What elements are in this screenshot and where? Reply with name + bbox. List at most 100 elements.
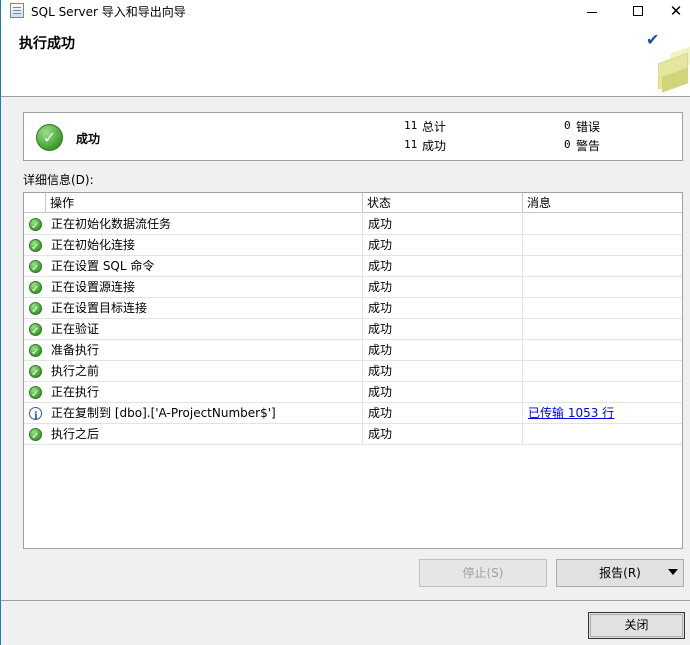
row-icon-cell [24,235,46,256]
close-button[interactable]: 关闭 [588,612,685,639]
row-icon-cell [24,382,46,403]
summary-status: 成功 [76,132,101,146]
status-cell: 成功 [363,382,523,403]
total-label: 总计 [422,120,447,134]
minimize-icon [587,11,597,13]
report-button[interactable]: 报告(R) [556,559,684,587]
maximize-icon [633,6,643,16]
status-cell: 成功 [363,235,523,256]
message-cell [523,235,682,256]
message-cell [523,277,682,298]
action-cell: 正在复制到 [dbo].['A-ProjectNumber$'] [46,403,363,424]
action-cell: 正在设置 SQL 命令 [46,256,363,277]
success-icon [29,216,42,234]
maximize-button[interactable] [615,0,661,22]
action-cell: 正在初始化连接 [46,235,363,256]
close-icon: ✕ [669,1,683,20]
row-icon-cell [24,256,46,277]
status-cell: 成功 [363,256,523,277]
table-row[interactable]: 正在设置目标连接成功 [24,298,682,319]
message-cell [523,361,682,382]
table-row[interactable]: 正在初始化连接成功 [24,235,682,256]
row-icon-cell [24,214,46,235]
details-grid[interactable]: 操作 状态 消息 正在初始化数据流任务成功正在初始化连接成功正在设置 SQL 命… [23,192,683,549]
status-cell: 成功 [363,277,523,298]
title-bar: SQL Server 导入和导出向导 ✕ [1,0,690,22]
success-icon [29,384,42,402]
table-row[interactable]: 执行之前成功 [24,361,682,382]
success-icon [29,363,42,381]
wizard-window: SQL Server 导入和导出向导 ✕ 执行成功 ✔ ✓ 成功 11 总计 1… [0,0,690,645]
status-cell: 成功 [363,319,523,340]
success-label: 成功 [422,139,447,153]
action-cell: 执行之前 [46,361,363,382]
table-row[interactable]: 正在复制到 [dbo].['A-ProjectNumber$']成功已传输 10… [24,403,682,424]
message-cell [523,340,682,361]
message-cell: 已传输 1053 行 [523,403,682,424]
row-icon-cell [24,361,46,382]
details-label: 详细信息(D): [23,173,94,187]
close-window-button[interactable]: ✕ [661,0,690,22]
table-row[interactable]: 执行之后成功 [24,424,682,445]
status-cell: 成功 [363,214,523,235]
page-title: 执行成功 [19,36,75,52]
message-cell [523,214,682,235]
column-header-message[interactable]: 消息 [523,193,682,213]
status-cell: 成功 [363,340,523,361]
action-cell: 正在执行 [46,382,363,403]
warning-label: 警告 [576,139,601,153]
table-row[interactable]: 正在执行成功 [24,382,682,403]
status-cell: 成功 [363,424,523,445]
message-cell [523,319,682,340]
success-icon [29,342,42,360]
error-label: 错误 [576,120,601,134]
success-icon [29,258,42,276]
success-large-icon: ✓ [36,124,63,151]
table-row[interactable]: 正在验证成功 [24,319,682,340]
table-row[interactable]: 正在设置 SQL 命令成功 [24,256,682,277]
status-cell: 成功 [363,403,523,424]
column-header-action[interactable]: 操作 [46,193,363,213]
page-header: 执行成功 ✔ [1,22,690,96]
table-row[interactable]: 正在初始化数据流任务成功 [24,214,682,235]
success-icon [29,279,42,297]
app-icon [10,3,24,18]
success-icon [29,426,42,444]
row-icon-cell [24,403,46,424]
message-cell [523,382,682,403]
chevron-down-icon [668,569,678,575]
success-icon [29,321,42,339]
window-title: SQL Server 导入和导出向导 [31,5,186,19]
action-cell: 正在验证 [46,319,363,340]
row-icon-cell [24,298,46,319]
status-cell: 成功 [363,361,523,382]
column-header-status[interactable]: 状态 [363,193,523,213]
row-icon-cell [24,277,46,298]
row-icon-cell [24,319,46,340]
minimize-button[interactable] [569,0,615,22]
action-cell: 执行之后 [46,424,363,445]
table-row[interactable]: 正在设置源连接成功 [24,277,682,298]
success-icon [29,300,42,318]
info-icon [29,406,42,423]
stop-button[interactable]: 停止(S) [419,559,547,587]
success-count: 11 [404,138,418,151]
action-cell: 正在初始化数据流任务 [46,214,363,235]
header-icon-column[interactable] [24,193,46,213]
header-divider [1,96,690,97]
transfer-report-link[interactable]: 已传输 1053 行 [528,406,614,420]
action-cell: 正在设置源连接 [46,277,363,298]
grid-header: 操作 状态 消息 [24,193,682,213]
total-count: 11 [404,119,418,132]
message-cell [523,298,682,319]
warning-count: 0 [564,138,571,151]
status-cell: 成功 [363,298,523,319]
action-cell: 正在设置目标连接 [46,298,363,319]
table-row[interactable]: 准备执行成功 [24,340,682,361]
wizard-art-icon [652,36,690,92]
error-count: 0 [564,119,571,132]
message-cell [523,424,682,445]
summary-panel: ✓ 成功 11 总计 11 成功 0 错误 0 警告 [23,112,683,161]
row-icon-cell [24,424,46,445]
action-cell: 准备执行 [46,340,363,361]
